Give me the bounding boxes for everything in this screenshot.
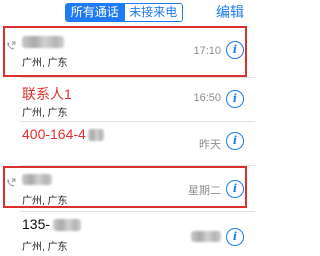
recents-screen: 所有通话 未接来电 编辑 广州, 广东 17:10 i 联系人1 广州, 广东 …	[0, 0, 255, 256]
highlight-box	[3, 26, 247, 77]
info-circle-icon[interactable]: i	[226, 228, 244, 246]
redaction-blur	[87, 129, 104, 142]
call-filter-segmented-control: 所有通话 未接来电	[65, 3, 183, 22]
caller-name: 联系人1	[22, 86, 72, 102]
tab-missed-calls[interactable]: 未接来电	[123, 4, 182, 21]
caller-number: 400-164-4	[22, 126, 104, 142]
edit-button[interactable]: 编辑	[216, 2, 244, 22]
caller-number: 135-	[22, 216, 82, 232]
redaction-blur	[53, 219, 82, 232]
call-time: 16:50	[193, 92, 221, 104]
call-time: 昨天	[199, 139, 221, 151]
call-row[interactable]: 135- 广州, 广东 i	[0, 212, 255, 256]
caller-number-text: 400-164-4	[22, 126, 86, 142]
call-row[interactable]: 联系人1 广州, 广东 16:50 i	[0, 78, 255, 122]
redaction-blur	[191, 230, 221, 242]
info-circle-icon[interactable]: i	[226, 132, 244, 150]
call-time-redacted	[191, 230, 221, 242]
info-circle-icon[interactable]: i	[226, 90, 244, 108]
highlight-box	[3, 166, 247, 208]
caller-location: 广州, 广东	[22, 242, 68, 253]
call-row[interactable]: 400-164-4 昨天 i	[0, 122, 255, 166]
recents-header: 所有通话 未接来电 编辑	[0, 0, 255, 26]
tab-all-calls[interactable]: 所有通话	[66, 4, 124, 21]
caller-location: 广州, 广东	[22, 108, 68, 119]
caller-number-text: 135-	[22, 216, 51, 232]
